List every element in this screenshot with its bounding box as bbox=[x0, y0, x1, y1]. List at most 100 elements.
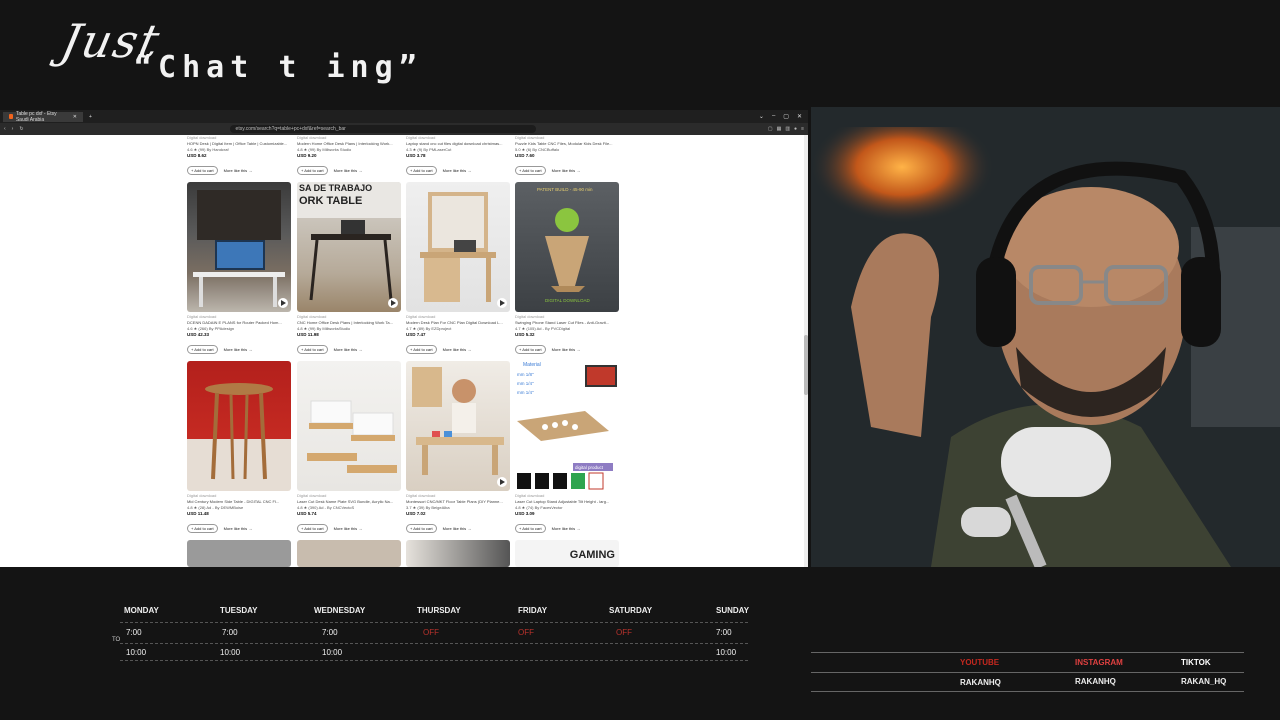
tiktok-handle: RAKAN_HQ bbox=[1181, 677, 1227, 686]
tiktok-label: TIKTOK bbox=[1181, 658, 1211, 667]
tab-title: Table pc dxf - Etsy Saudi Arabia bbox=[15, 110, 57, 123]
listing-image[interactable]: PATENT BUILD - 45-90 min DIGITAL DOWNLOA… bbox=[515, 182, 619, 312]
sidebar-icon[interactable]: ▥ bbox=[785, 126, 790, 132]
more-like-this-link[interactable]: More like this → bbox=[334, 168, 363, 173]
listing-overlay-text: mm 1/8" bbox=[517, 372, 534, 377]
listing-image[interactable]: SA DE TRABAJO ORK TABLE bbox=[297, 182, 401, 312]
webcam-feed bbox=[811, 107, 1280, 567]
etsy-favicon-icon bbox=[9, 114, 13, 119]
listing-image[interactable] bbox=[406, 182, 510, 312]
listing-price: USD 42.33 bbox=[187, 332, 210, 337]
more-like-this-link[interactable]: More like this → bbox=[443, 168, 472, 173]
browser-tabbar: Table pc dxf - Etsy Saudi Arabia ✕ + ⌄ –… bbox=[0, 110, 808, 123]
schedule-day: SUNDAY bbox=[716, 606, 750, 615]
listing-overlay-text: mm 1/4" bbox=[517, 390, 534, 395]
schedule-start-time: 7:00 bbox=[222, 628, 238, 637]
youtube-label: YOUTUBE bbox=[960, 658, 1000, 667]
page-scrollbar[interactable] bbox=[804, 135, 808, 567]
schedule-day: MONDAY bbox=[124, 606, 159, 615]
maximize-icon[interactable]: ▢ bbox=[783, 113, 789, 120]
schedule-end-row: 10:00 10:00 10:00 10:00 bbox=[120, 643, 748, 658]
browser-window: Table pc dxf - Etsy Saudi Arabia ✕ + ⌄ –… bbox=[0, 110, 808, 567]
listing-image[interactable]: GAMING bbox=[515, 540, 619, 567]
listing-overlay-text: DIGITAL DOWNLOAD bbox=[545, 298, 591, 303]
add-to-cart-button[interactable]: + Add to cart bbox=[297, 345, 328, 354]
add-to-cart-button[interactable]: + Add to cart bbox=[187, 166, 218, 175]
minimize-icon[interactable]: – bbox=[772, 113, 775, 120]
more-like-this-link[interactable]: More like this → bbox=[224, 347, 253, 352]
listing-image[interactable] bbox=[297, 361, 401, 491]
schedule-start-time: 7:00 bbox=[126, 628, 142, 637]
add-to-cart-button[interactable]: + Add to cart bbox=[406, 345, 437, 354]
schedule-day: FRIDAY bbox=[518, 606, 548, 615]
instagram-label: INSTAGRAM bbox=[1075, 658, 1123, 667]
listing-image[interactable] bbox=[187, 182, 291, 312]
listing-image[interactable] bbox=[406, 540, 510, 567]
schedule-to-label: TO bbox=[112, 637, 121, 643]
schedule-end-time: 10:00 bbox=[322, 648, 343, 657]
more-like-this-link[interactable]: More like this → bbox=[224, 168, 253, 173]
listing-price: USD 5.74 bbox=[297, 511, 317, 516]
add-to-cart-button[interactable]: + Add to cart bbox=[515, 524, 546, 533]
listing-image[interactable] bbox=[297, 540, 401, 567]
listing-price: USD 8.62 bbox=[187, 153, 207, 158]
add-to-cart-button[interactable]: + Add to cart bbox=[515, 345, 546, 354]
reload-icon[interactable]: ↻ bbox=[19, 126, 23, 132]
listing-image[interactable] bbox=[187, 540, 291, 567]
browser-toolbar: ‹ › ↻ etsy.com/search?q=table+pc+dxf&ref… bbox=[0, 123, 808, 135]
schedule-divider bbox=[120, 660, 748, 662]
schedule-end-time: 10:00 bbox=[716, 648, 737, 657]
more-like-this-link[interactable]: More like this → bbox=[443, 526, 472, 531]
social-links: YOUTUBE INSTAGRAM TIKTOK RAKANHQ RAKANHQ… bbox=[811, 652, 1244, 692]
listing-image[interactable] bbox=[187, 361, 291, 491]
close-window-icon[interactable]: ✕ bbox=[797, 113, 802, 120]
url-text: etsy.com/search?q=table+pc+dxf&ref=searc… bbox=[235, 126, 346, 132]
more-like-this-link[interactable]: More like this → bbox=[552, 347, 581, 352]
desk-setup-image bbox=[193, 190, 288, 308]
listing-price: USD 5.32 bbox=[515, 332, 535, 337]
schedule-end-time: 10:00 bbox=[220, 648, 241, 657]
new-tab-icon[interactable]: + bbox=[89, 114, 92, 120]
schedule-day: SATURDAY bbox=[609, 606, 653, 615]
more-like-this-link[interactable]: More like this → bbox=[552, 526, 581, 531]
listing-overlay-text: GAMING bbox=[569, 549, 615, 561]
listing-image[interactable]: Material mm 1/8" mm 1/4" mm 1/4" digital… bbox=[515, 361, 619, 491]
add-to-cart-button[interactable]: + Add to cart bbox=[406, 524, 437, 533]
listing-overlay-text: mm 1/4" bbox=[517, 381, 534, 386]
menu-icon[interactable]: ≡ bbox=[801, 126, 804, 132]
add-to-cart-button[interactable]: + Add to cart bbox=[406, 166, 437, 175]
listing-price: USD 7.60 bbox=[515, 153, 535, 158]
listing-price: USD 3.09 bbox=[515, 511, 535, 516]
add-to-cart-button[interactable]: + Add to cart bbox=[515, 166, 546, 175]
tab-list-icon[interactable]: ⌄ bbox=[759, 113, 764, 120]
add-to-cart-button[interactable]: + Add to cart bbox=[297, 524, 328, 533]
scrollbar-thumb[interactable] bbox=[804, 335, 808, 395]
listing-price: USD 9.20 bbox=[297, 153, 317, 158]
address-bar[interactable]: etsy.com/search?q=table+pc+dxf&ref=searc… bbox=[229, 125, 536, 133]
downloads-icon[interactable]: ▦ bbox=[777, 126, 782, 132]
extensions-icon[interactable]: ▢ bbox=[768, 126, 773, 132]
add-to-cart-button[interactable]: + Add to cart bbox=[297, 166, 328, 175]
close-tab-icon[interactable]: ✕ bbox=[73, 114, 77, 120]
social-divider bbox=[811, 691, 1244, 692]
more-like-this-link[interactable]: More like this → bbox=[552, 168, 581, 173]
schedule-day: WEDNESDAY bbox=[314, 606, 366, 615]
social-divider bbox=[811, 672, 1244, 673]
browser-tab[interactable]: Table pc dxf - Etsy Saudi Arabia ✕ bbox=[3, 110, 83, 123]
back-icon[interactable]: ‹ bbox=[4, 126, 6, 132]
more-like-this-link[interactable]: More like this → bbox=[224, 526, 253, 531]
listing-price: USD 7.02 bbox=[406, 511, 426, 516]
more-like-this-link[interactable]: More like this → bbox=[334, 347, 363, 352]
more-like-this-link[interactable]: More like this → bbox=[334, 526, 363, 531]
add-to-cart-button[interactable]: + Add to cart bbox=[187, 345, 218, 354]
listing-price: USD 11.48 bbox=[187, 511, 209, 516]
listing-overlay-text: Material bbox=[523, 362, 541, 368]
youtube-handle: RAKANHQ bbox=[960, 678, 1001, 687]
forward-icon[interactable]: › bbox=[12, 126, 14, 132]
profile-icon[interactable]: ● bbox=[794, 126, 797, 132]
listing-image[interactable] bbox=[406, 361, 510, 491]
listing-price: USD 7.47 bbox=[406, 332, 426, 337]
schedule-day: TUESDAY bbox=[220, 606, 258, 615]
add-to-cart-button[interactable]: + Add to cart bbox=[187, 524, 218, 533]
more-like-this-link[interactable]: More like this → bbox=[443, 347, 472, 352]
